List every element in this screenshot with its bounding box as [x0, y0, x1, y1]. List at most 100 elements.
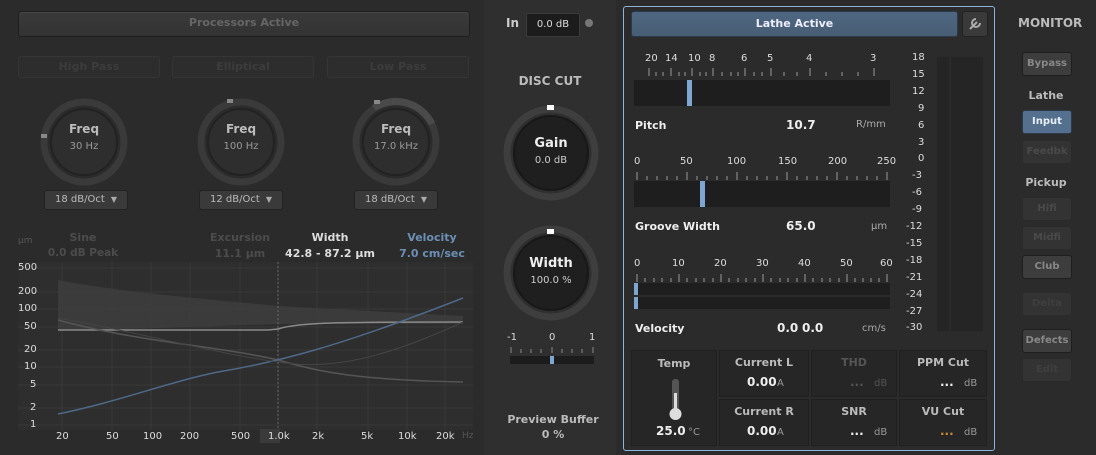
club-button[interactable]: Club	[1022, 255, 1072, 279]
meter-tick: 6	[918, 120, 925, 131]
chevron-down-icon: ▼	[265, 195, 272, 204]
elliptical-button[interactable]: Elliptical	[172, 56, 314, 78]
elliptical-freq-knob[interactable]: Freq 100 Hz	[193, 94, 289, 190]
x-tick: 1.0k	[268, 431, 290, 442]
width-knob[interactable]: Width 100.0 %	[501, 223, 601, 323]
thd-label: THD	[841, 356, 867, 369]
y-tick: 5	[30, 379, 37, 390]
y-unit-label: µm	[18, 236, 33, 246]
chevron-down-icon: ▼	[420, 195, 427, 204]
y-tick: 50	[24, 321, 37, 332]
x-tick: 50	[106, 431, 119, 442]
temp-value: 25.0	[656, 424, 686, 438]
y-tick: 500	[18, 262, 38, 273]
thd-value: ...	[850, 375, 864, 389]
input-button[interactable]: Input	[1022, 110, 1072, 134]
meter-tick: -18	[906, 255, 923, 266]
graph-canvas	[18, 262, 473, 430]
info-icon[interactable]	[585, 19, 593, 27]
meter-tick: -21	[906, 272, 923, 283]
ppm-cut-label: PPM Cut	[916, 356, 970, 369]
low-pass-button[interactable]: Low Pass	[327, 56, 469, 78]
balance-max-label: 1	[589, 332, 596, 343]
wrench-icon[interactable]	[962, 11, 988, 37]
vu-cut-value: ...	[940, 424, 954, 438]
thermometer-icon	[669, 379, 682, 420]
input-gain-label: In	[506, 16, 520, 30]
velocity-value-right: 0.0	[802, 321, 824, 335]
temp-label: Temp	[657, 357, 691, 370]
x-tick: 500	[231, 431, 251, 442]
current-l-value: 0.00	[747, 375, 777, 389]
velocity-meter-left[interactable]	[634, 283, 890, 295]
ppm-cut-cell: PPM Cut ... dB	[899, 350, 987, 397]
knob-value: 30 Hz	[69, 141, 99, 152]
pitch-meter[interactable]	[634, 80, 890, 106]
balance-min-label: -1	[507, 332, 517, 343]
defects-button[interactable]: Defects	[1022, 329, 1072, 353]
meter-tick: -30	[906, 322, 923, 333]
meter-tick: -12	[906, 221, 923, 232]
pitch-tick: 6	[741, 53, 748, 64]
vu-cut-unit: dB	[964, 427, 978, 438]
knob-title: Freq	[68, 122, 100, 136]
preview-buffer-value: 0 %	[541, 428, 565, 441]
velocity-meter-right[interactable]	[634, 297, 890, 309]
high-pass-button[interactable]: High Pass	[18, 56, 160, 78]
pitch-unit: R/mm	[856, 119, 886, 130]
high-pass-slope-dropdown[interactable]: 18 dB/Oct ▼	[44, 190, 128, 210]
velocity-value-left: 0.0	[777, 321, 799, 335]
width-label: Width	[311, 231, 349, 244]
groove-width-meter[interactable]	[634, 181, 890, 207]
processors-active-button[interactable]: Processors Active	[18, 11, 470, 37]
velocity-label: Velocity	[407, 231, 457, 244]
groove-width-indicator	[700, 181, 705, 207]
lathe-group-label: Lathe	[1028, 89, 1064, 102]
disc-cut-title: DISC CUT	[518, 74, 582, 88]
sine-value: 0.0 dB Peak	[47, 247, 119, 259]
input-gain-field[interactable]: 0.0 dB	[526, 13, 580, 37]
pitch-indicator	[687, 80, 692, 106]
edit-button[interactable]: Edit	[1022, 358, 1072, 382]
knob-title: Gain	[534, 136, 568, 151]
low-pass-freq-knob[interactable]: Freq 17.0 kHz	[348, 94, 444, 190]
elliptical-slope-dropdown[interactable]: 12 dB/Oct ▼	[199, 190, 283, 210]
lathe-active-button[interactable]: Lathe Active	[631, 11, 958, 37]
bypass-button[interactable]: Bypass	[1022, 52, 1072, 76]
y-tick: 10	[24, 361, 37, 372]
velocity-scale: 0 10 20 30 40 50 60	[634, 258, 893, 282]
knob-value: 0.0 dB	[534, 155, 568, 166]
feedback-button[interactable]: Feedbk	[1022, 140, 1072, 164]
midfi-button[interactable]: Midfi	[1022, 226, 1072, 250]
gain-knob[interactable]: Gain 0.0 dB	[501, 103, 601, 203]
snr-value: ...	[850, 424, 864, 438]
thd-cell: THD ... dB	[811, 350, 897, 397]
hifi-button[interactable]: Hifi	[1022, 197, 1072, 221]
dropdown-value: 12 dB/Oct	[210, 194, 260, 205]
frequency-response-graph[interactable]	[18, 262, 473, 443]
current-l-label: Current L	[734, 356, 794, 369]
balance-center-label: 0	[549, 332, 556, 343]
low-pass-slope-dropdown[interactable]: 18 dB/Oct ▼	[354, 190, 438, 210]
temp-cell: Temp 25.0 °C	[631, 350, 717, 446]
velocity-tick: 40	[798, 258, 811, 269]
high-pass-freq-knob[interactable]: Freq 30 Hz	[36, 94, 132, 190]
y-tick: 2	[30, 402, 37, 413]
knob-title: Freq	[380, 122, 412, 136]
sine-label: Sine	[69, 231, 97, 244]
velocity-value: 7.0 cm/sec	[399, 247, 465, 260]
level-meter-scale: 18 15 12 9 6 3 0 -3 -6 -9 -12 -15 -18 -2…	[900, 52, 936, 338]
pitch-label: Pitch	[635, 119, 667, 132]
pitch-value: 10.7	[786, 118, 816, 132]
pickup-group-label: Pickup	[1025, 176, 1067, 189]
delta-button[interactable]: Delta	[1022, 292, 1072, 316]
groove-tick: 150	[778, 156, 798, 167]
excursion-label: Excursion	[209, 231, 271, 244]
knob-value: 100.0 %	[530, 275, 572, 286]
pitch-tick: 4	[806, 53, 813, 64]
balance-slider[interactable]	[510, 345, 594, 365]
y-tick: 200	[18, 286, 38, 297]
current-l-cell: Current L 0.00 A	[719, 350, 809, 397]
groove-tick: 50	[680, 156, 693, 167]
meter-tick: 3	[918, 137, 925, 148]
